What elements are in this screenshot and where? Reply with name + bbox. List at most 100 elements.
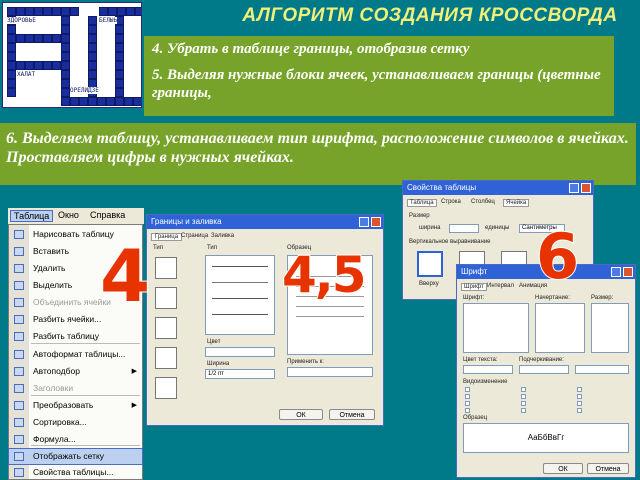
tab-border[interactable]: Граница: [151, 233, 183, 241]
help-icon[interactable]: [611, 267, 621, 277]
menu-item[interactable]: Автоподбор ▶: [9, 364, 142, 379]
apply-dropdown[interactable]: [287, 367, 373, 377]
menu-item[interactable]: Разбить таблицу: [9, 329, 142, 344]
effect-checkbox[interactable]: [465, 401, 470, 406]
help-icon[interactable]: [569, 183, 579, 193]
border-box-option[interactable]: [155, 287, 177, 309]
tab-page[interactable]: Страница: [181, 233, 208, 239]
line-style-dotted[interactable]: [212, 282, 268, 283]
line-style-solid[interactable]: [212, 266, 268, 267]
font-list[interactable]: [463, 303, 529, 353]
effect-checkbox[interactable]: [465, 408, 470, 413]
border-grid-option[interactable]: [155, 347, 177, 369]
effect-checkbox[interactable]: [577, 387, 582, 392]
crossword-cell: [52, 61, 61, 70]
effect-checkbox[interactable]: [577, 408, 582, 413]
tab-spacing[interactable]: Интервал: [487, 283, 514, 289]
effect-checkbox[interactable]: [521, 401, 526, 406]
line-style-dashed[interactable]: [212, 298, 268, 299]
line-style-dashdot[interactable]: [212, 314, 268, 315]
menu-item-label: Свойства таблицы...: [33, 467, 114, 477]
width-checkbox-label[interactable]: ширина: [419, 225, 441, 231]
tab-font[interactable]: Шрифт: [461, 283, 487, 291]
slide-title: АЛГОРИТМ СОЗДАНИЯ КРОССВОРДА: [242, 6, 618, 26]
underline-label: Подчеркивание:: [519, 357, 564, 363]
effect-checkbox[interactable]: [577, 394, 582, 399]
menu-item-icon: [14, 332, 24, 341]
cancel-button[interactable]: Отмена: [587, 463, 629, 474]
crossword-cell: [79, 97, 88, 106]
tab-column[interactable]: Столбец: [471, 199, 495, 205]
crossword-cell: [34, 34, 43, 43]
crossword-cell: [7, 79, 16, 88]
crossword-word: БЕЛЫЬ: [99, 17, 118, 24]
step-4-text: 4. Убрать в таблице границы, отобразив с…: [152, 41, 470, 57]
underline-dropdown[interactable]: [519, 365, 569, 374]
crossword-cell: [115, 43, 124, 52]
crossword-cell: [7, 43, 16, 52]
crossword-cell: [117, 7, 126, 16]
style-list[interactable]: [535, 303, 585, 353]
menu-item[interactable]: Сортировка...: [9, 415, 142, 430]
crossword-cell: [88, 70, 97, 79]
tab-shading[interactable]: Заливка: [211, 233, 234, 239]
tab-cell[interactable]: Ячейка: [503, 199, 530, 207]
submenu-arrow-icon: ▶: [131, 402, 137, 409]
crossword-word: ЗДОРОВЬЕ: [7, 17, 36, 24]
menu-window[interactable]: Окно: [58, 210, 79, 220]
font-label: Шрифт:: [463, 295, 485, 301]
close-icon[interactable]: [371, 217, 381, 227]
crossword-cell: [61, 43, 70, 52]
borders-dialog-titlebar: Границы и заливка: [147, 215, 383, 229]
tab-table[interactable]: Таблица: [407, 199, 437, 207]
effect-checkbox[interactable]: [465, 387, 470, 392]
ok-button[interactable]: ОК: [543, 463, 583, 474]
crossword-cell: [88, 34, 97, 43]
menu-item[interactable]: Автоформат таблицы...: [9, 347, 142, 362]
crossword-cell: [61, 61, 70, 70]
size-list[interactable]: [591, 303, 629, 353]
menu-help[interactable]: Справка: [90, 210, 125, 220]
font-sample-preview: АаБбВвГг: [463, 423, 629, 453]
step-badge-4: 4: [99, 234, 151, 318]
table-properties-title: Свойства таблицы: [407, 183, 477, 192]
cancel-button[interactable]: Отмена: [329, 409, 375, 420]
menu-item[interactable]: Отображать сетку: [8, 448, 143, 465]
border-none-option[interactable]: [155, 257, 177, 279]
crossword-cell: [25, 34, 34, 43]
crossword-cell: [108, 7, 117, 16]
border-all-option[interactable]: [155, 317, 177, 339]
line-style-list[interactable]: [205, 255, 275, 335]
close-icon[interactable]: [623, 267, 633, 277]
effect-checkbox[interactable]: [577, 401, 582, 406]
color-dropdown[interactable]: [205, 347, 275, 357]
align-top-option[interactable]: [417, 251, 443, 277]
effect-checkbox[interactable]: [465, 394, 470, 399]
menu-table[interactable]: Таблица: [10, 210, 54, 222]
crossword-word: ОРЕЛИДЗЕ: [70, 87, 99, 94]
menu-item[interactable]: Свойства таблицы...: [9, 465, 142, 480]
tab-row[interactable]: Строка: [441, 199, 461, 205]
crossword-cell: [61, 7, 70, 16]
underline-color-dropdown[interactable]: [575, 365, 629, 374]
crossword-cell: [61, 70, 70, 79]
vertical-align-label: Вертикальное выравнивание: [409, 239, 491, 245]
effect-checkbox[interactable]: [521, 394, 526, 399]
menu-item-icon: [14, 298, 24, 307]
border-custom-option[interactable]: [155, 377, 177, 399]
ok-button[interactable]: ОК: [279, 409, 323, 420]
close-icon[interactable]: [581, 183, 591, 193]
crossword-cell: [115, 34, 124, 43]
crossword-cell: [7, 88, 16, 97]
crossword-thumbnail: ЗДОРОВЬЕ БЕЛЫЬ ХАЛАТ ОРЕЛИДЗЕ: [2, 2, 142, 108]
menu-item-icon: [14, 367, 24, 376]
width-input[interactable]: [449, 224, 479, 233]
help-icon[interactable]: [359, 217, 369, 227]
menu-item-label: Преобразовать: [33, 400, 94, 410]
crossword-cell: [25, 61, 34, 70]
effect-checkbox[interactable]: [521, 387, 526, 392]
effect-checkbox[interactable]: [521, 408, 526, 413]
color-dropdown[interactable]: [463, 365, 513, 374]
menu-item[interactable]: Преобразовать ▶: [9, 398, 142, 413]
width-dropdown[interactable]: 1/2 пт: [205, 369, 275, 379]
